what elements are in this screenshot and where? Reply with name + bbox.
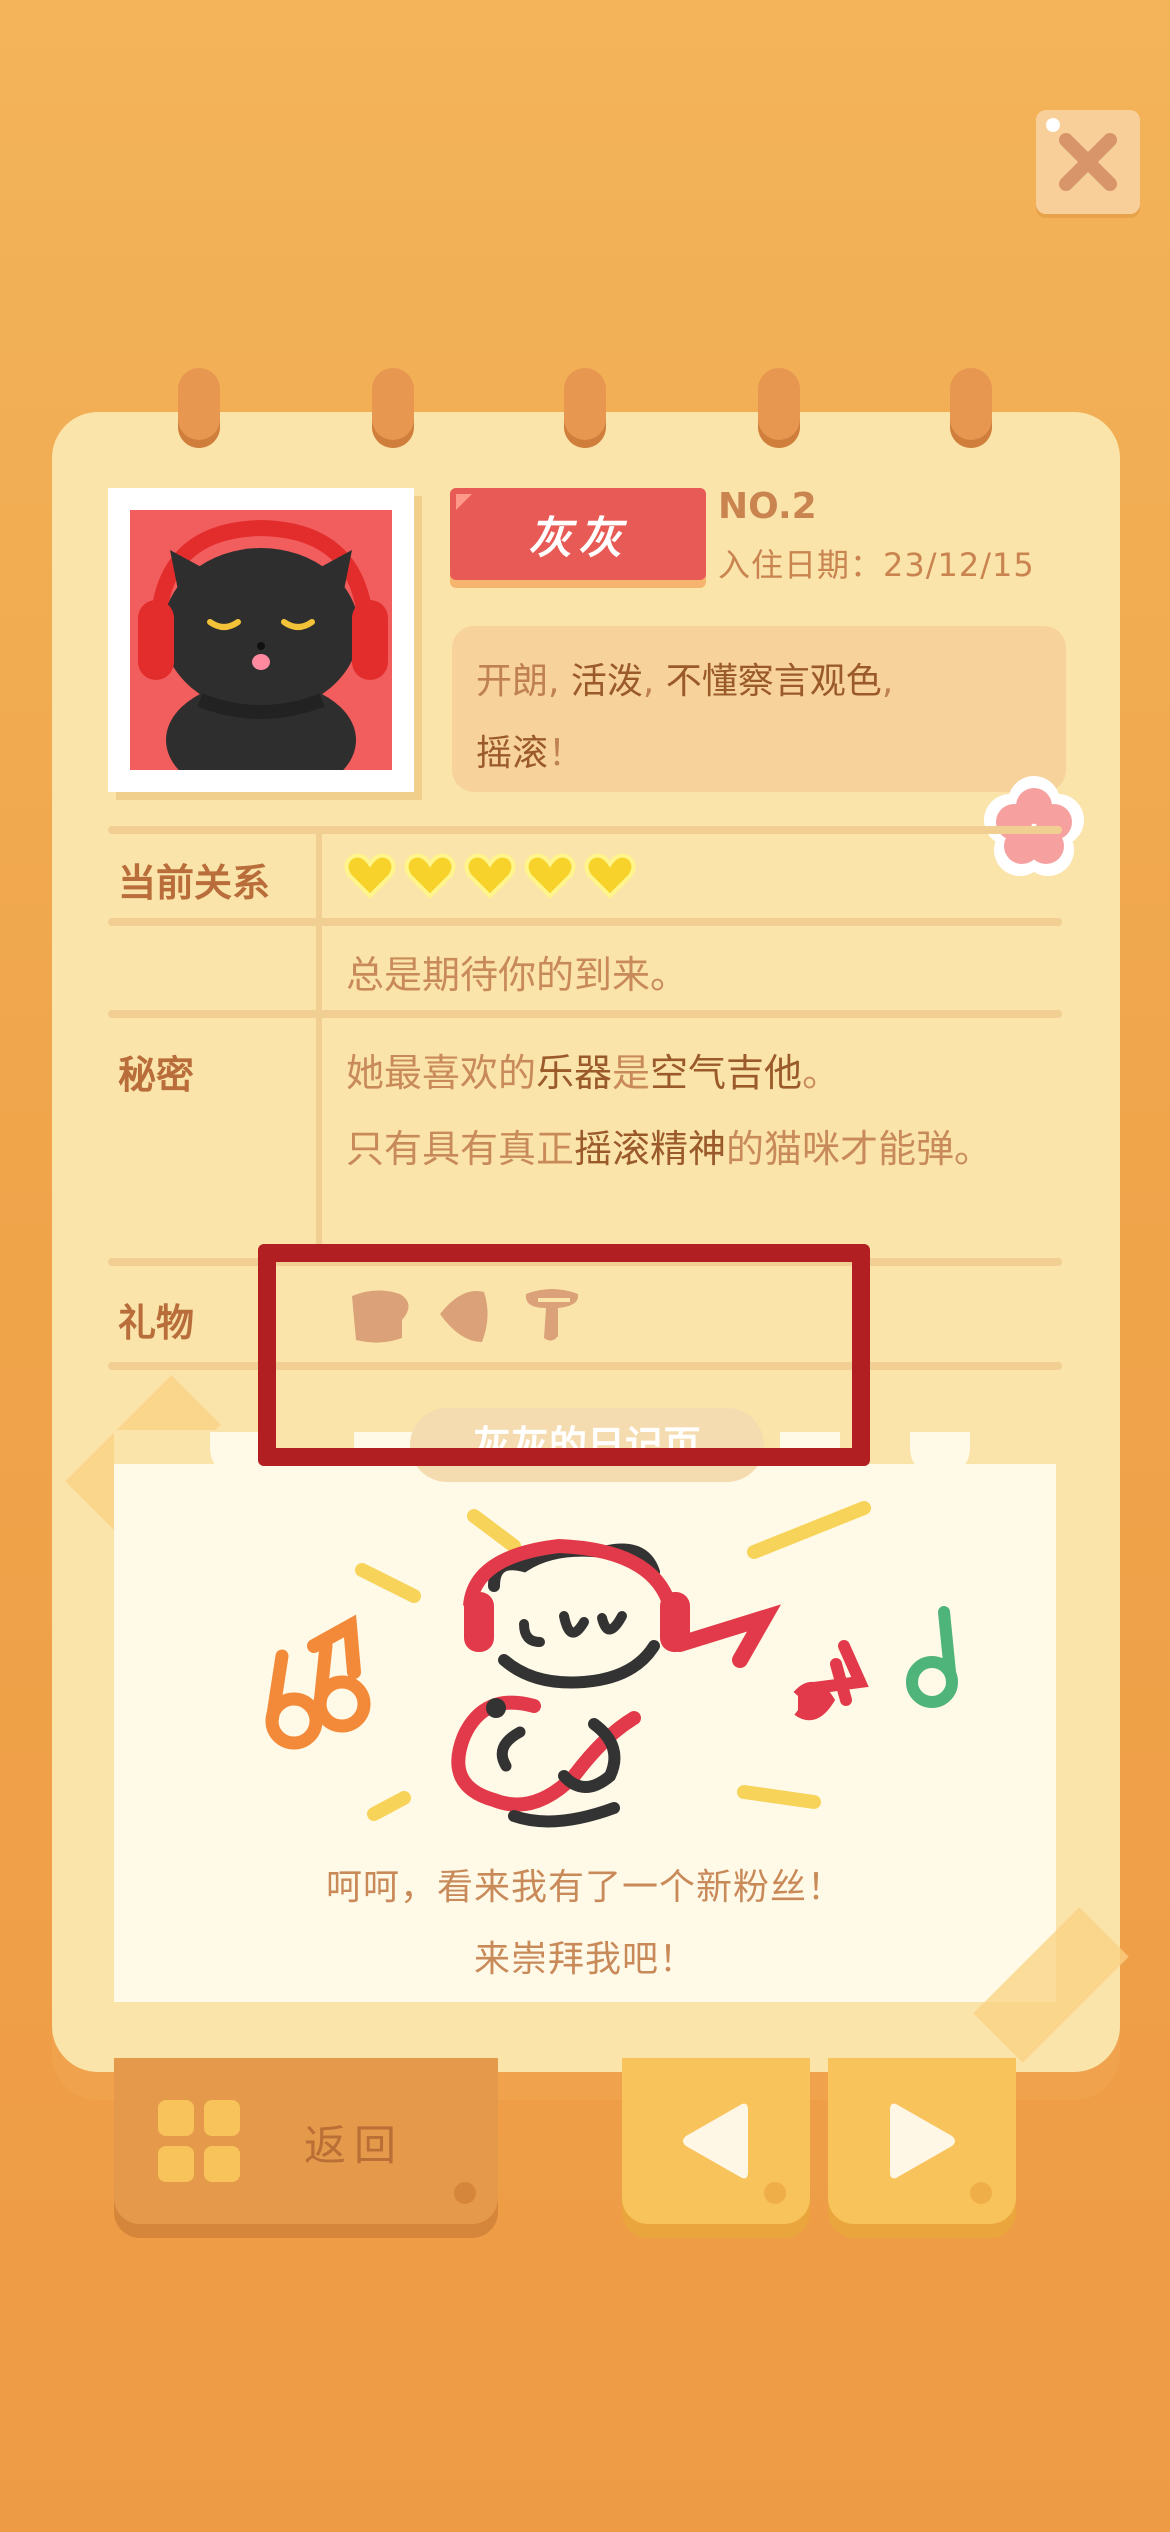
secret-text: 只有具有真正 [346,1127,575,1171]
secret-text: 她最喜欢的 [346,1051,537,1095]
table-divider [108,1010,1062,1018]
cat-name: 灰灰 [528,513,628,564]
trait-text: , [642,661,666,702]
arrow-left-icon [683,2103,748,2179]
previous-button[interactable] [622,2058,810,2224]
personality-text: 开朗, 活泼, 不懂察言观色, 摇滚！ [476,646,1036,790]
trait-keyword: 不懂察言观色 [665,661,882,702]
notebook-ring [950,368,992,448]
trait-keyword: 摇滚 [476,733,549,774]
close-button[interactable] [1036,110,1140,214]
secret-keyword: 摇滚精神 [574,1127,727,1171]
relationship-description: 总是期待你的到来。 [346,953,689,997]
heart-icon [344,853,396,899]
cat-number: NO.2 [718,486,817,527]
notebook-ring [564,368,606,448]
notebook-ring [372,368,414,448]
cat-guitar-doodle [265,1501,958,1828]
cat-avatar [108,488,414,792]
next-button[interactable] [828,2058,1016,2224]
secret-text: 的猫咪才能弹。 [726,1127,993,1171]
close-icon [1059,133,1117,191]
button-dot [970,2182,992,2204]
highlight-box [258,1244,870,1466]
relationship-hearts [344,852,636,900]
secret-keyword: 空气吉他 [650,1051,803,1095]
secret-label: 秘密 [118,1053,195,1097]
diary-line-2: 来崇拜我吧！ [473,1939,696,1980]
checkin-date: 入住日期：23/12/15 [718,546,1035,584]
secret-text: 。 [802,1051,841,1095]
heart-icon [464,853,516,899]
trait-text: , [881,661,894,702]
notebook-ring [178,368,220,448]
button-dot [764,2182,786,2204]
cat-with-headphones-illustration [138,519,388,770]
button-dot [454,2182,476,2204]
name-tag: 灰灰 [450,488,706,580]
back-label: 返回 [304,2121,405,2170]
trait-text: ！ [548,733,585,774]
table-column-divider [316,834,322,1258]
table-divider [108,826,1062,834]
gifts-label: 礼物 [118,1301,195,1345]
relationship-label: 当前关系 [118,861,271,905]
secret-line-1: 她最喜欢的乐器是空气吉他。 [346,1042,840,1097]
secret-keyword: 乐器 [536,1051,613,1095]
heart-icon [524,853,576,899]
grid-menu-icon [158,2100,240,2182]
avatar-background [130,510,392,770]
trait-text: 开朗, [476,661,571,702]
table-divider [108,918,1062,926]
notebook-ring [758,368,800,448]
tag-corner [456,494,472,510]
secret-text: 是 [612,1051,651,1095]
back-button[interactable]: 返回 [114,2058,498,2224]
secret-line-2: 只有具有真正摇滚精神的猫咪才能弹。 [346,1118,992,1173]
diary-line-1: 呵呵，看来我有了一个新粉丝！ [325,1867,844,1908]
diary-page: 呵呵，看来我有了一个新粉丝！ 来崇拜我吧！ [114,1446,1056,2002]
heart-icon [404,853,456,899]
heart-icon [584,853,636,899]
personality-box: 开朗, 活泼, 不懂察言观色, 摇滚！ [452,626,1066,792]
arrow-right-icon [890,2103,955,2179]
trait-keyword: 活泼 [570,661,643,702]
